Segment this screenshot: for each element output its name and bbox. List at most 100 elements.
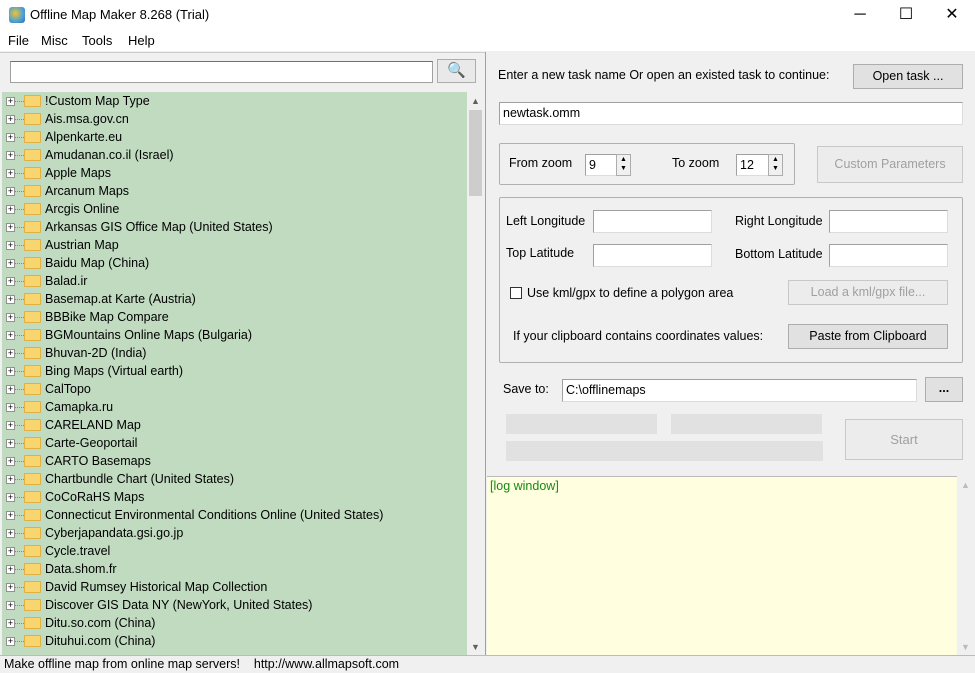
tree-item[interactable]: + Bhuvan-2D (India) bbox=[2, 344, 467, 362]
expand-icon[interactable]: + bbox=[6, 619, 15, 628]
expand-icon[interactable]: + bbox=[6, 277, 15, 286]
tree-item[interactable]: + Alpenkarte.eu bbox=[2, 128, 467, 146]
scroll-down-icon[interactable]: ▼ bbox=[467, 642, 484, 652]
tree-item[interactable]: + Austrian Map bbox=[2, 236, 467, 254]
tree-item[interactable]: + Discover GIS Data NY (NewYork, United S… bbox=[2, 596, 467, 614]
expand-icon[interactable]: + bbox=[6, 403, 15, 412]
expand-icon[interactable]: + bbox=[6, 115, 15, 124]
minimize-button[interactable]: ─ bbox=[837, 0, 883, 31]
menu-help[interactable]: Help bbox=[128, 33, 155, 48]
browse-button[interactable]: ... bbox=[925, 377, 963, 402]
expand-icon[interactable]: + bbox=[6, 241, 15, 250]
expand-icon[interactable]: + bbox=[6, 511, 15, 520]
maximize-button[interactable]: ☐ bbox=[883, 0, 929, 31]
polygon-checkbox-label[interactable]: Use kml/gpx to define a polygon area bbox=[527, 286, 733, 300]
save-path-input[interactable]: C:\offlinemaps bbox=[562, 379, 917, 402]
tree-item[interactable]: + Arkansas GIS Office Map (United States) bbox=[2, 218, 467, 236]
tree-item[interactable]: + Apple Maps bbox=[2, 164, 467, 182]
tree-item[interactable]: + Amudanan.co.il (Israel) bbox=[2, 146, 467, 164]
tree-item[interactable]: + Connecticut Environmental Conditions On… bbox=[2, 506, 467, 524]
log-window[interactable] bbox=[487, 476, 957, 655]
expand-icon[interactable]: + bbox=[6, 565, 15, 574]
load-kml-button[interactable]: Load a kml/gpx file... bbox=[788, 280, 948, 305]
expand-icon[interactable]: + bbox=[6, 133, 15, 142]
from-zoom-spinner[interactable]: ▲ ▼ bbox=[616, 154, 631, 176]
left-longitude-input[interactable] bbox=[593, 210, 712, 233]
custom-parameters-button[interactable]: Custom Parameters bbox=[817, 146, 963, 183]
expand-icon[interactable]: + bbox=[6, 637, 15, 646]
open-task-button[interactable]: Open task ... bbox=[853, 64, 963, 89]
tree-item[interactable]: + CalTopo bbox=[2, 380, 467, 398]
tree-item[interactable]: + Chartbundle Chart (United States) bbox=[2, 470, 467, 488]
tree-item[interactable]: + Basemap.at Karte (Austria) bbox=[2, 290, 467, 308]
tree-item[interactable]: + !Custom Map Type bbox=[2, 92, 467, 110]
polygon-checkbox[interactable] bbox=[510, 287, 522, 299]
tree-scroll-thumb[interactable] bbox=[469, 110, 482, 196]
log-scroll-down-icon[interactable]: ▼ bbox=[957, 642, 974, 652]
expand-icon[interactable]: + bbox=[6, 385, 15, 394]
tree-item[interactable]: + Dituhui.com (China) bbox=[2, 632, 467, 650]
tree-item[interactable]: + Cyberjapandata.gsi.go.jp bbox=[2, 524, 467, 542]
expand-icon[interactable]: + bbox=[6, 421, 15, 430]
expand-icon[interactable]: + bbox=[6, 547, 15, 556]
menu-misc[interactable]: Misc bbox=[41, 33, 68, 48]
tree-item[interactable]: + Carte-Geoportail bbox=[2, 434, 467, 452]
log-scroll-up-icon[interactable]: ▲ bbox=[957, 480, 974, 490]
expand-icon[interactable]: + bbox=[6, 151, 15, 160]
search-button[interactable]: 🔍 bbox=[437, 59, 476, 83]
paste-clipboard-button[interactable]: Paste from Clipboard bbox=[788, 324, 948, 349]
start-button[interactable]: Start bbox=[845, 419, 963, 460]
scroll-up-icon[interactable]: ▲ bbox=[467, 96, 484, 106]
tree-item[interactable]: + Arcgis Online bbox=[2, 200, 467, 218]
expand-icon[interactable]: + bbox=[6, 529, 15, 538]
expand-icon[interactable]: + bbox=[6, 457, 15, 466]
tree-item[interactable]: + Data.shom.fr bbox=[2, 560, 467, 578]
expand-icon[interactable]: + bbox=[6, 475, 15, 484]
bottom-latitude-input[interactable] bbox=[829, 244, 948, 267]
tree-item[interactable]: + Camapka.ru bbox=[2, 398, 467, 416]
tree-item[interactable]: + Cycle.travel bbox=[2, 542, 467, 560]
tree-item[interactable]: + BGMountains Online Maps (Bulgaria) bbox=[2, 326, 467, 344]
expand-icon[interactable]: + bbox=[6, 367, 15, 376]
top-latitude-input[interactable] bbox=[593, 244, 712, 267]
tree-item[interactable]: + Balad.ir bbox=[2, 272, 467, 290]
folder-icon bbox=[24, 563, 41, 575]
tree-item[interactable]: + Baidu Map (China) bbox=[2, 254, 467, 272]
expand-icon[interactable]: + bbox=[6, 205, 15, 214]
expand-icon[interactable]: + bbox=[6, 493, 15, 502]
menu-tools[interactable]: Tools bbox=[82, 33, 112, 48]
expand-icon[interactable]: + bbox=[6, 97, 15, 106]
expand-icon[interactable]: + bbox=[6, 259, 15, 268]
tree-connector bbox=[15, 227, 24, 228]
expand-icon[interactable]: + bbox=[6, 187, 15, 196]
to-zoom-spinner[interactable]: ▲ ▼ bbox=[768, 154, 783, 176]
tree-item[interactable]: + Bing Maps (Virtual earth) bbox=[2, 362, 467, 380]
log-scrollbar[interactable]: ▲ ▼ bbox=[957, 476, 974, 655]
tree-item[interactable]: + CoCoRaHS Maps bbox=[2, 488, 467, 506]
expand-icon[interactable]: + bbox=[6, 583, 15, 592]
tree-item[interactable]: + Ais.msa.gov.cn bbox=[2, 110, 467, 128]
search-input[interactable] bbox=[10, 61, 433, 83]
to-zoom-input[interactable]: 12 bbox=[736, 154, 769, 176]
close-button[interactable]: ✕ bbox=[929, 0, 975, 31]
expand-icon[interactable]: + bbox=[6, 169, 15, 178]
tree-item[interactable]: + Arcanum Maps bbox=[2, 182, 467, 200]
tree-item[interactable]: + BBBike Map Compare bbox=[2, 308, 467, 326]
expand-icon[interactable]: + bbox=[6, 331, 15, 340]
tree-item[interactable]: + CARELAND Map bbox=[2, 416, 467, 434]
right-longitude-input[interactable] bbox=[829, 210, 948, 233]
expand-icon[interactable]: + bbox=[6, 601, 15, 610]
expand-icon[interactable]: + bbox=[6, 349, 15, 358]
expand-icon[interactable]: + bbox=[6, 439, 15, 448]
menu-file[interactable]: File bbox=[8, 33, 29, 48]
tree-item[interactable]: + Ditu.so.com (China) bbox=[2, 614, 467, 632]
expand-icon[interactable]: + bbox=[6, 295, 15, 304]
from-zoom-input[interactable]: 9 bbox=[585, 154, 617, 176]
expand-icon[interactable]: + bbox=[6, 223, 15, 232]
task-name-input[interactable]: newtask.omm bbox=[499, 102, 963, 125]
tree-item[interactable]: + CARTO Basemaps bbox=[2, 452, 467, 470]
expand-icon[interactable]: + bbox=[6, 313, 15, 322]
folder-icon bbox=[24, 635, 41, 647]
tree-item[interactable]: + David Rumsey Historical Map Collection bbox=[2, 578, 467, 596]
map-type-tree[interactable]: + !Custom Map Type + Ais.msa.gov.cn + Alpenka… bbox=[2, 92, 467, 655]
